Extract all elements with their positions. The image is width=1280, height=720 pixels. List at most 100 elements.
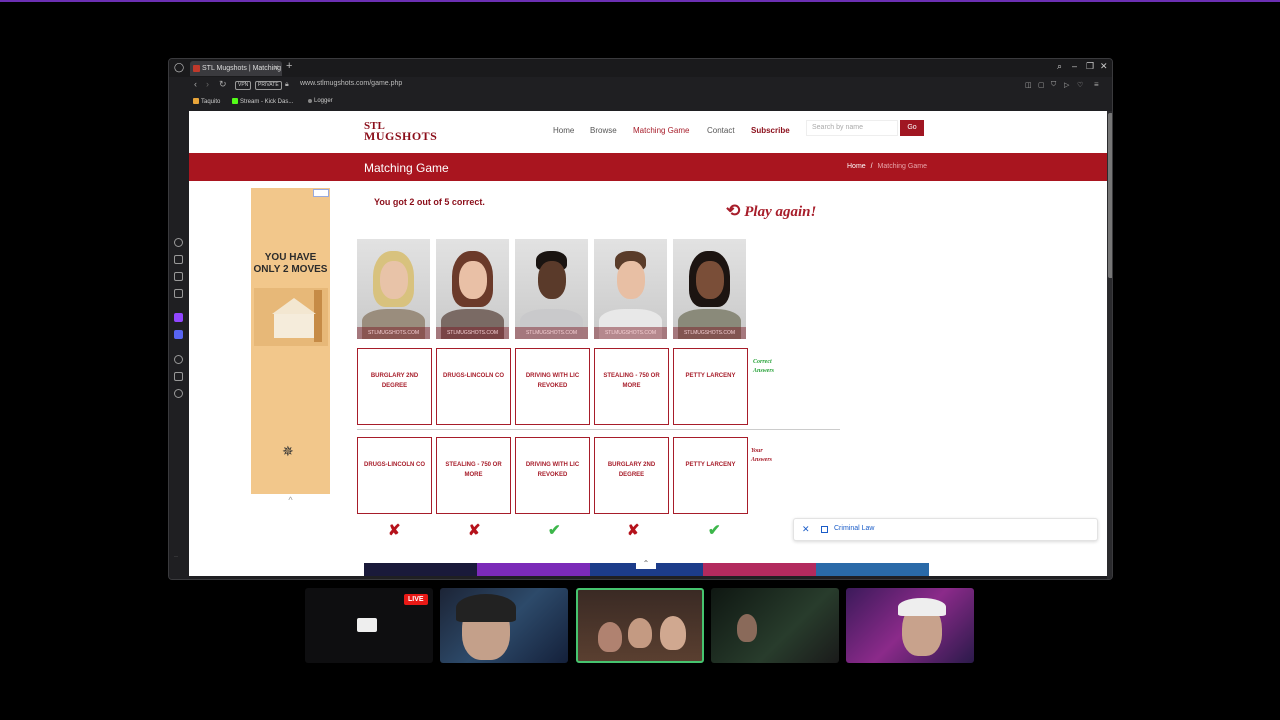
your-answer-card: DRUGS-LINCOLN CO	[357, 437, 432, 514]
nav-subscribe[interactable]: Subscribe	[751, 126, 790, 135]
clock-icon[interactable]	[174, 355, 183, 364]
correct-mark-icon: ✔	[548, 522, 561, 539]
webcam-feed[interactable]	[846, 588, 974, 663]
address-bar[interactable]: www.stlmugshots.com/game.php	[300, 80, 402, 87]
dot-icon	[308, 99, 312, 103]
score-text: You got 2 out of 5 correct.	[374, 197, 485, 207]
discord-icon[interactable]	[174, 330, 183, 339]
heart-icon[interactable]: ♡	[1077, 81, 1083, 89]
your-answer-card: BURGLARY 2ND DEGREE	[594, 437, 669, 514]
webcam-feed-active[interactable]	[576, 588, 704, 663]
private-badge: PRIVATE	[255, 81, 282, 90]
screenshot-icon[interactable]: ▢	[1038, 81, 1045, 89]
ad-image	[254, 288, 328, 346]
kick-icon	[232, 98, 238, 104]
menu-icon[interactable]: ≡	[1094, 80, 1099, 89]
shield-icon[interactable]: ⛉	[1051, 81, 1056, 89]
news-icon[interactable]	[174, 272, 183, 281]
wrong-mark-icon: ✘	[388, 522, 401, 539]
bookmarks-bar: Taquito Stream - Kick Das... Logger	[169, 94, 1112, 110]
mugshot-photo: STLMUGSHOTS.COM	[436, 239, 509, 339]
ad-collapse-button[interactable]: ^	[251, 495, 330, 508]
search-input[interactable]: Search by name	[806, 120, 898, 136]
browser-window: ◯ STL Mugshots | Matching ✕ + ⌕ – ❐ ✕ ‹ …	[168, 58, 1113, 580]
webcam-feed[interactable]	[711, 588, 839, 663]
twitch-icon[interactable]	[174, 313, 183, 322]
notes-icon[interactable]	[174, 289, 183, 298]
search-icon[interactable]: ⌕	[1057, 61, 1062, 72]
correct-answer-card: STEALING - 750 OR MORE	[594, 348, 669, 425]
correct-answer-card: DRUGS-LINCOLN CO	[436, 348, 511, 425]
toast-close-icon[interactable]: ✕	[802, 524, 810, 535]
nav-browse[interactable]: Browse	[590, 126, 617, 135]
bookmark-icon[interactable]: ◫	[1025, 81, 1032, 89]
close-icon[interactable]: ✕	[1100, 61, 1108, 72]
wrong-mark-icon: ✘	[468, 522, 481, 539]
stream-preview[interactable]: LIVE	[305, 588, 433, 663]
document-icon	[821, 526, 828, 533]
chevron-up-icon[interactable]: ⌃	[636, 559, 656, 569]
toast-link[interactable]: Criminal Law	[834, 525, 874, 532]
wrong-mark-icon: ✘	[627, 522, 640, 539]
back-icon[interactable]: ‹	[194, 79, 197, 89]
nav-matching-game[interactable]: Matching Game	[633, 126, 689, 135]
bookmark-logger[interactable]: Logger	[308, 98, 333, 104]
favicon-icon	[193, 65, 200, 72]
scrollbar[interactable]	[1107, 111, 1112, 579]
forward-icon[interactable]: ›	[206, 79, 209, 89]
breadcrumb-current: Matching Game	[877, 163, 927, 170]
tab-bar: ◯ STL Mugshots | Matching ✕ + ⌕ – ❐ ✕	[169, 59, 1112, 77]
scrollbar-thumb[interactable]	[1108, 113, 1112, 278]
site-logo[interactable]: STL MUGSHOTS	[364, 121, 437, 143]
chat-icon	[357, 618, 377, 632]
browser-sidebar: ··	[169, 110, 189, 579]
play-icon[interactable]: ▷	[1064, 81, 1069, 89]
extensions-icon[interactable]	[174, 372, 183, 381]
ad-choices-icon[interactable]	[313, 189, 329, 197]
your-answer-card: DRIVING WITH LIC REVOKED	[515, 437, 590, 514]
your-answer-card: PETTY LARCENY	[673, 437, 748, 514]
correct-answer-card: DRIVING WITH LIC REVOKED	[515, 348, 590, 425]
minimize-icon[interactable]: –	[1072, 61, 1077, 71]
history-icon[interactable]	[174, 238, 183, 247]
reload-icon[interactable]: ↻	[219, 79, 227, 90]
wallet-icon[interactable]	[174, 255, 183, 264]
new-tab-button[interactable]: +	[286, 60, 292, 72]
search-go-button[interactable]: Go	[900, 120, 924, 136]
correct-mark-icon: ✔	[708, 522, 721, 539]
settings-icon[interactable]	[174, 389, 183, 398]
your-answers-label: Your Answers	[751, 448, 773, 463]
tab-close-icon[interactable]: ✕	[273, 61, 279, 76]
site-header: STL MUGSHOTS Home Browse Matching Game C…	[189, 111, 1107, 153]
lock-icon: 🔒︎	[285, 81, 289, 88]
mugshot-photo: STLMUGSHOTS.COM	[594, 239, 667, 339]
live-badge: LIVE	[404, 594, 428, 605]
divider	[357, 429, 840, 430]
webcam-feed[interactable]	[440, 588, 568, 663]
crest-icon: ✵	[282, 443, 294, 459]
bookmark-taquito[interactable]: Taquito	[193, 98, 220, 105]
nav-bar: ‹ › ↻ VPN PRIVATE 🔒︎ www.stlmugshots.com…	[169, 77, 1112, 94]
more-icon[interactable]: ··	[174, 554, 183, 563]
tab-active[interactable]: STL Mugshots | Matching ✕	[190, 61, 282, 76]
ad-banner[interactable]: YOU HAVE ONLY 2 MOVES ✵	[251, 188, 330, 494]
ad-text: YOU HAVE ONLY 2 MOVES	[253, 252, 328, 275]
vpn-badge[interactable]: VPN	[235, 81, 252, 90]
notification-toast[interactable]: ✕ Criminal Law	[793, 518, 1098, 541]
title-bar: Matching Game Home / Matching Game	[189, 153, 1107, 181]
your-answer-card: STEALING - 750 OR MORE	[436, 437, 511, 514]
bookmark-stream[interactable]: Stream - Kick Das...	[232, 98, 293, 105]
play-again-button[interactable]: ⟲ Play again!	[726, 201, 816, 221]
nav-contact[interactable]: Contact	[707, 126, 735, 135]
breadcrumb-separator: /	[870, 163, 873, 170]
correct-answers-label: Correct Answers	[753, 359, 775, 374]
breadcrumb-home[interactable]: Home	[847, 163, 866, 170]
page-title: Matching Game	[364, 161, 449, 175]
tab-title: STL Mugshots | Matching	[202, 65, 281, 72]
web-page: STL MUGSHOTS Home Browse Matching Game C…	[189, 111, 1107, 576]
browser-logo-icon[interactable]: ◯	[174, 62, 184, 73]
nav-home[interactable]: Home	[553, 126, 574, 135]
refresh-icon: ⟲	[726, 201, 741, 220]
mugshot-photo: STLMUGSHOTS.COM	[673, 239, 746, 339]
restore-icon[interactable]: ❐	[1086, 61, 1094, 72]
